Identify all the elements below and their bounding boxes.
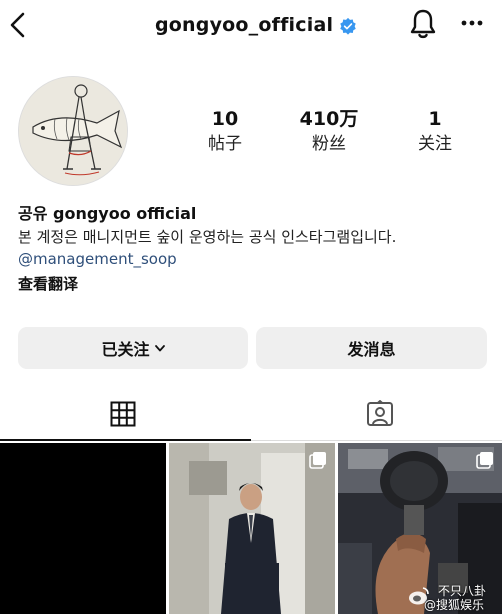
avatar-illustration — [19, 77, 127, 185]
message-button-label: 发消息 — [347, 340, 396, 359]
grid-icon[interactable] — [110, 401, 136, 427]
stat-posts-value: 10 — [211, 108, 239, 130]
profile-header: gongyoo_official — [0, 0, 502, 52]
avatar[interactable] — [18, 76, 128, 186]
stat-following[interactable]: 1 关注 — [390, 108, 480, 156]
stat-following-value: 1 — [428, 108, 442, 130]
message-button[interactable]: 发消息 — [256, 327, 487, 369]
post-thumbnail[interactable] — [169, 443, 335, 614]
stat-following-label: 关注 — [418, 134, 452, 154]
following-button-label: 已关注 — [101, 340, 150, 359]
username-title: gongyoo_official — [155, 14, 334, 36]
watermark-line2: @搜狐娱乐 — [424, 598, 485, 612]
stat-followers-label: 粉丝 — [312, 134, 346, 154]
tagged-icon[interactable] — [366, 400, 394, 428]
post-thumbnail[interactable] — [0, 443, 166, 614]
more-icon[interactable] — [459, 16, 485, 30]
stat-posts[interactable]: 10 帖子 — [180, 108, 270, 156]
bio-text: 본 계정은 매니지먼트 숲이 운영하는 공식 인스타그램입니다. — [18, 228, 397, 246]
verified-badge-icon — [340, 17, 356, 35]
watermark: 不只八卦 @搜狐娱乐 — [408, 582, 502, 612]
multiple-photos-icon — [476, 452, 493, 469]
stat-posts-label: 帖子 — [208, 134, 242, 154]
back-arrow-icon[interactable] — [8, 10, 28, 40]
see-translation-link[interactable]: 查看翻译 — [18, 273, 78, 294]
multiple-photos-icon — [309, 452, 326, 469]
bio-name: 공유 gongyoo official — [18, 204, 197, 223]
stat-followers-value: 410万 — [299, 108, 359, 130]
following-button[interactable]: 已关注 — [18, 327, 248, 369]
chevron-down-icon — [154, 344, 165, 351]
stat-followers[interactable]: 410万 粉丝 — [284, 108, 374, 156]
tab-divider — [251, 440, 502, 441]
bio-mention-link[interactable]: @management_soop — [18, 250, 177, 268]
active-tab-indicator — [0, 439, 251, 441]
username-title-wrap: gongyoo_official — [155, 12, 357, 38]
bell-icon[interactable] — [408, 8, 438, 40]
